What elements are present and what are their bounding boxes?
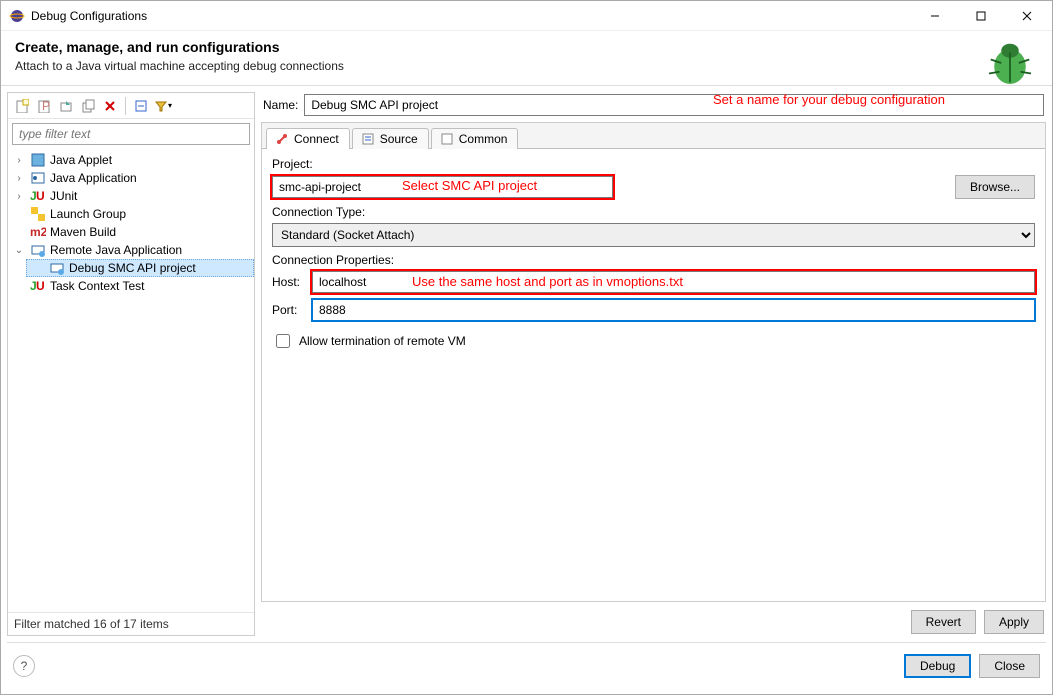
java-app-icon [30,170,46,186]
connect-icon [275,132,289,146]
dialog-heading: Create, manage, and run configurations [15,39,1038,55]
apply-button[interactable]: Apply [984,610,1044,634]
collapse-all-button[interactable] [131,96,151,116]
dialog-header: Create, manage, and run configurations A… [1,31,1052,79]
filter-status: Filter matched 16 of 17 items [8,612,254,635]
debug-button[interactable]: Debug [904,654,971,678]
dialog-subheading: Attach to a Java virtual machine accepti… [15,59,1038,73]
tab-label: Common [459,132,508,146]
port-label: Port: [272,303,312,317]
tab-connect[interactable]: Connect [266,128,350,149]
new-config-button[interactable] [12,96,32,116]
remote-java-icon [30,242,46,258]
port-input[interactable] [312,299,1035,321]
expand-icon[interactable]: › [12,155,26,166]
annotation-hostport: Use the same host and port as in vmoptio… [412,274,683,289]
connection-type-label: Connection Type: [272,205,1035,219]
annotation-project: Select SMC API project [402,178,537,193]
tree-label: Debug SMC API project [69,261,196,275]
filter-input[interactable] [12,123,250,145]
close-window-button[interactable] [1004,1,1050,31]
source-icon [361,132,375,146]
help-icon: ? [21,659,28,673]
new-prototype-button[interactable]: P [34,96,54,116]
tree-label: JUnit [50,189,77,203]
tree-item-maven-build[interactable]: m2 Maven Build [8,223,254,241]
maven-icon: m2 [30,224,46,240]
tree-label: Launch Group [50,207,126,221]
svg-text:U: U [36,189,45,203]
browse-button[interactable]: Browse... [955,175,1035,199]
tree-item-debug-smc-api[interactable]: Debug SMC API project [26,259,254,277]
tree-label: Java Applet [50,153,112,167]
tree-item-java-applet[interactable]: › Java Applet [8,151,254,169]
tree-item-junit[interactable]: › JU JUnit [8,187,254,205]
tree-item-launch-group[interactable]: Launch Group [8,205,254,223]
remote-java-icon [49,260,65,276]
tab-label: Connect [294,132,339,146]
project-label: Project: [272,157,1035,171]
allow-terminate-label: Allow termination of remote VM [299,334,466,348]
close-button[interactable]: Close [979,654,1040,678]
minimize-button[interactable] [912,1,958,31]
help-button[interactable]: ? [13,655,35,677]
svg-text:P: P [42,99,50,113]
launch-group-icon [30,206,46,222]
title-bar: Debug Configurations [1,1,1052,31]
configurations-panel: P ▾ › Java Applet › J [7,92,255,636]
revert-button[interactable]: Revert [911,610,976,634]
tree-label: Maven Build [50,225,116,239]
tree-item-task-context-test[interactable]: JU Task Context Test [8,277,254,295]
expand-icon[interactable]: › [12,191,26,202]
task-test-icon: JU [30,278,46,294]
name-label: Name: [263,98,298,112]
annotation-name: Set a name for your debug configuration [713,92,945,107]
svg-text:U: U [36,279,45,293]
collapse-icon[interactable]: ⌄ [12,245,26,256]
tree-label: Java Application [50,171,137,185]
allow-terminate-checkbox[interactable]: Allow termination of remote VM [272,331,1035,351]
tab-label: Source [380,132,418,146]
maximize-button[interactable] [958,1,1004,31]
window-title: Debug Configurations [31,9,147,23]
tree-label: Remote Java Application [50,243,182,257]
tree-item-java-application[interactable]: › Java Application [8,169,254,187]
tree-label: Task Context Test [50,279,145,293]
tab-bar: Connect Source Common [262,123,1045,149]
tree-item-remote-java-app[interactable]: ⌄ Remote Java Application [8,241,254,259]
junit-icon: JU [30,188,46,204]
export-button[interactable] [56,96,76,116]
svg-text:m2: m2 [30,225,46,239]
duplicate-button[interactable] [78,96,98,116]
filter-button[interactable]: ▾ [153,96,173,116]
eclipse-icon [9,8,25,24]
allow-terminate-input[interactable] [276,334,290,348]
tab-common[interactable]: Common [431,128,519,149]
common-icon [440,132,454,146]
delete-button[interactable] [100,96,120,116]
expand-icon[interactable]: › [12,173,26,184]
host-label: Host: [272,275,312,289]
configurations-tree[interactable]: › Java Applet › Java Application › JU JU… [8,149,254,612]
connection-type-select[interactable]: Standard (Socket Attach) [272,223,1035,247]
debug-bug-icon [982,35,1038,91]
tab-source[interactable]: Source [352,128,429,149]
configurations-toolbar: P ▾ [8,93,254,119]
applet-icon [30,152,46,168]
connection-properties-label: Connection Properties: [272,253,1035,267]
